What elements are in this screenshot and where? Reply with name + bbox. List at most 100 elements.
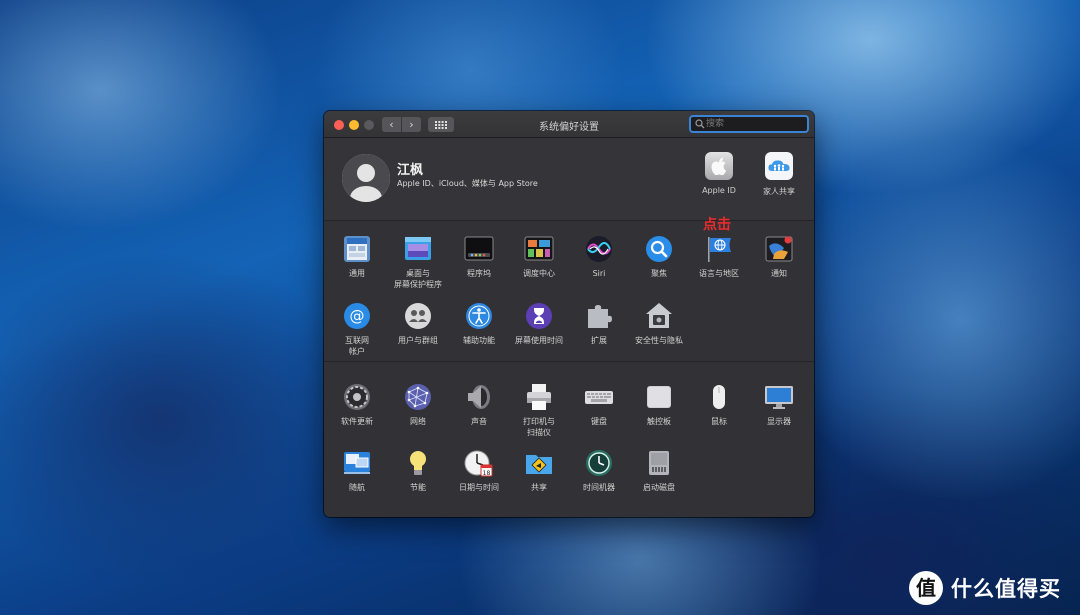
pref-label: 随航 <box>349 483 365 492</box>
pref-accessibility[interactable]: 辅助功能 <box>447 301 511 346</box>
network-icon <box>403 382 433 412</box>
chevron-left-icon: ‹ <box>389 118 394 131</box>
pref-label: 启动磁盘 <box>643 483 675 492</box>
watermark: 值 什么值得买 <box>909 571 1061 605</box>
user-subtitle: Apple ID、iCloud、媒体与 App Store <box>397 179 538 188</box>
pref-mission-control[interactable]: 调度中心 <box>507 234 571 279</box>
show-all-button[interactable] <box>428 117 454 132</box>
pref-date-time[interactable]: 18 日期与时间 <box>447 448 511 493</box>
pref-trackpad[interactable]: 触控板 <box>627 382 691 427</box>
displays-icon <box>764 382 794 412</box>
pref-label: 时间机器 <box>583 483 615 492</box>
family-sharing-label: 家人共享 <box>763 187 795 196</box>
pref-label: 安全性与隐私 <box>635 336 683 345</box>
window-title: 系统偏好设置 <box>539 122 599 133</box>
family-sharing-item[interactable]: 家人共享 <box>749 152 809 197</box>
printers-scanners-icon <box>524 382 554 412</box>
mission-control-icon <box>524 234 554 264</box>
sharing-icon <box>524 448 554 478</box>
spotlight-icon <box>644 234 674 264</box>
user-name: 江枫 <box>397 163 424 178</box>
pref-security-privacy[interactable]: 安全性与隐私 <box>627 301 691 346</box>
pref-label: 语言与地区 <box>699 269 739 278</box>
pref-network[interactable]: 网络 <box>386 382 450 427</box>
pref-label: 鼠标 <box>711 417 727 426</box>
extensions-icon <box>584 301 614 331</box>
pref-displays[interactable]: 显示器 <box>747 382 811 427</box>
pref-mouse[interactable]: 鼠标 <box>687 382 751 427</box>
pref-notifications[interactable]: 通知 <box>747 234 811 279</box>
notifications-icon <box>764 234 794 264</box>
user-silhouette-icon <box>342 154 390 202</box>
pref-label: 屏幕使用时间 <box>515 336 563 345</box>
svg-text:@: @ <box>350 307 365 325</box>
keyboard-icon <box>584 382 614 412</box>
pref-label: 聚焦 <box>651 269 667 278</box>
pref-label: 键盘 <box>591 417 607 426</box>
mouse-icon <box>704 382 734 412</box>
pref-sound[interactable]: 声音 <box>447 382 511 427</box>
annotation-label: 点击 <box>703 217 731 233</box>
pref-time-machine[interactable]: 时间机器 <box>567 448 631 493</box>
pref-printers-scanners[interactable]: 打印机与 扫描仪 <box>507 382 571 438</box>
pref-label: 触控板 <box>647 417 671 426</box>
siri-icon <box>584 234 614 264</box>
close-button[interactable] <box>334 120 344 130</box>
pref-siri[interactable]: Siri <box>567 234 631 279</box>
apple-id-item[interactable]: Apple ID <box>689 152 749 195</box>
pref-extensions[interactable]: 扩展 <box>567 301 631 346</box>
avatar[interactable] <box>342 154 390 202</box>
pref-label: 共享 <box>531 483 547 492</box>
trackpad-icon <box>644 382 674 412</box>
watermark-logo-icon: 值 <box>909 571 943 605</box>
forward-button[interactable]: › <box>402 117 421 132</box>
pref-internet-accounts[interactable]: @ 互联网 帐户 <box>325 301 389 357</box>
pref-label: Siri <box>592 269 606 278</box>
pref-label: 网络 <box>410 417 426 426</box>
date-time-icon: 18 <box>464 448 494 478</box>
apple-id-label: Apple ID <box>702 186 736 195</box>
software-update-icon <box>342 382 372 412</box>
accessibility-icon <box>464 301 494 331</box>
users-groups-icon <box>403 301 433 331</box>
pref-energy-saver[interactable]: 节能 <box>386 448 450 493</box>
pref-language-region[interactable]: 语言与地区 <box>687 234 751 279</box>
search-field[interactable] <box>689 115 809 133</box>
dock-icon <box>464 234 494 264</box>
language-region-icon <box>704 234 734 264</box>
svg-text:值: 值 <box>916 576 936 600</box>
pref-label: 通用 <box>349 269 365 278</box>
pref-sharing[interactable]: 共享 <box>507 448 571 493</box>
svg-text:18: 18 <box>483 470 491 477</box>
pref-label: 打印机与 扫描仪 <box>523 417 555 437</box>
pref-keyboard[interactable]: 键盘 <box>567 382 631 427</box>
pref-sidecar[interactable]: 随航 <box>325 448 389 493</box>
pref-label: 程序坞 <box>467 269 491 278</box>
back-button[interactable]: ‹ <box>382 117 401 132</box>
chevron-right-icon: › <box>409 118 414 131</box>
search-input[interactable] <box>706 117 804 131</box>
pref-label: 调度中心 <box>523 269 555 278</box>
pref-startup-disk[interactable]: 启动磁盘 <box>627 448 691 493</box>
system-preferences-window: ‹ › 系统偏好设置 搜索 江枫 Apple ID、iCloud、媒体与 App… <box>324 111 814 517</box>
grid-icon <box>435 120 447 129</box>
energy-saver-icon <box>403 448 433 478</box>
watermark-text: 什么值得买 <box>951 577 1061 601</box>
pref-general[interactable]: 通用 <box>325 234 389 279</box>
pref-label: 互联网 帐户 <box>345 336 369 356</box>
security-privacy-icon <box>644 301 674 331</box>
pref-label: 软件更新 <box>341 417 373 426</box>
startup-disk-icon <box>644 448 674 478</box>
general-icon <box>342 234 372 264</box>
apple-id-icon <box>705 152 733 180</box>
account-section: 江枫 Apple ID、iCloud、媒体与 App Store Apple I… <box>324 138 814 220</box>
pref-desktop-screensaver[interactable]: 桌面与 屏幕保护程序 <box>386 234 450 290</box>
time-machine-icon <box>584 448 614 478</box>
pref-spotlight[interactable]: 聚焦 <box>627 234 691 279</box>
zoom-button[interactable] <box>364 120 374 130</box>
pref-users-groups[interactable]: 用户与群组 <box>386 301 450 346</box>
pref-screen-time[interactable]: 屏幕使用时间 <box>507 301 571 346</box>
pref-dock[interactable]: 程序坞 <box>447 234 511 279</box>
minimize-button[interactable] <box>349 120 359 130</box>
pref-software-update[interactable]: 软件更新 <box>325 382 389 427</box>
